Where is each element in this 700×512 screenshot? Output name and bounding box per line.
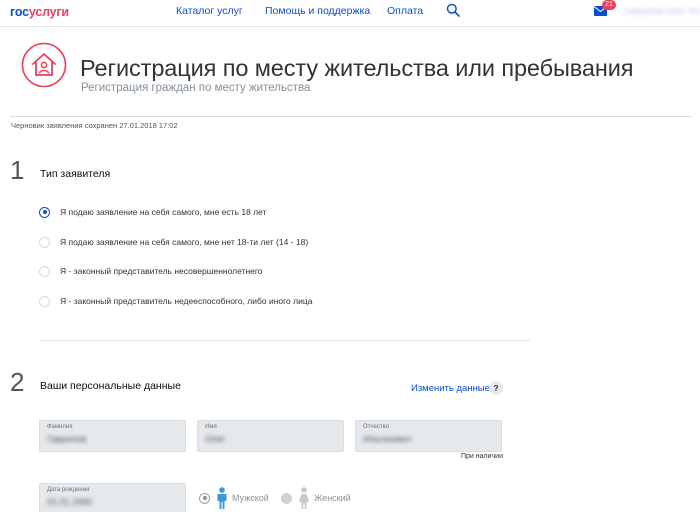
- applicant-option-minor-representative[interactable]: Я - законный представитель несовершеннол…: [39, 264, 263, 278]
- gender-option-male[interactable]: Мужской: [199, 487, 269, 509]
- applicant-option-incapable-representative[interactable]: Я - законный представитель недееспособно…: [39, 294, 312, 308]
- nav-payment[interactable]: Оплата: [387, 5, 423, 17]
- nav-help[interactable]: Помощь и поддержка: [265, 5, 370, 17]
- title-divider: [10, 116, 692, 117]
- top-bar: госуслуги Каталог услуг Помощь и поддерж…: [0, 0, 700, 26]
- applicant-option-self-adult[interactable]: Я подаю заявление на себя самого, мне ес…: [39, 205, 266, 219]
- step-divider: [40, 340, 530, 341]
- name-field[interactable]: Имя Олег: [197, 420, 344, 452]
- user-name[interactable]: Гаврилов Олег Ил.: [624, 6, 700, 16]
- patronymic-hint: При наличии: [461, 453, 503, 460]
- home-registration-icon: [21, 42, 67, 88]
- step-1-title: Тип заявителя: [40, 168, 111, 180]
- help-icon[interactable]: ?: [489, 381, 503, 395]
- step-2-title: Ваши персональные данные: [40, 380, 181, 392]
- page-subtitle: Регистрация граждан по месту жительства: [81, 82, 311, 94]
- radio-button[interactable]: [199, 492, 210, 504]
- mail-count-badge: 21: [602, 0, 616, 10]
- male-person-icon: [217, 487, 227, 509]
- step-2-number: 2: [10, 367, 25, 397]
- radio-button[interactable]: [39, 295, 50, 307]
- radio-button[interactable]: [39, 236, 50, 248]
- header-divider: [0, 26, 700, 27]
- radio-button[interactable]: [39, 206, 50, 218]
- nav-catalog[interactable]: Каталог услуг: [176, 5, 243, 17]
- edit-data-link[interactable]: Изменить данные: [411, 383, 490, 394]
- surname-field[interactable]: Фамилия Гаврилов: [39, 420, 186, 452]
- female-person-icon: [299, 487, 309, 509]
- step-1-number: 1: [10, 155, 25, 185]
- page-title: Регистрация по месту жительства или преб…: [80, 55, 634, 81]
- patronymic-field[interactable]: Отчество Ильгизович: [355, 420, 502, 452]
- search-icon[interactable]: [446, 3, 460, 17]
- gosuslugi-logo[interactable]: госуслуги: [10, 5, 69, 19]
- draft-saved-info: Черновик заявления сохранен 27.01.2018 1…: [11, 121, 178, 130]
- applicant-option-self-minor[interactable]: Я подаю заявление на себя самого, мне не…: [39, 235, 308, 249]
- radio-button[interactable]: [39, 265, 50, 277]
- gender-option-female[interactable]: Женский: [281, 487, 351, 509]
- radio-button[interactable]: [281, 492, 292, 504]
- birthdate-field[interactable]: Дата рождения 01.01.1990: [39, 483, 186, 512]
